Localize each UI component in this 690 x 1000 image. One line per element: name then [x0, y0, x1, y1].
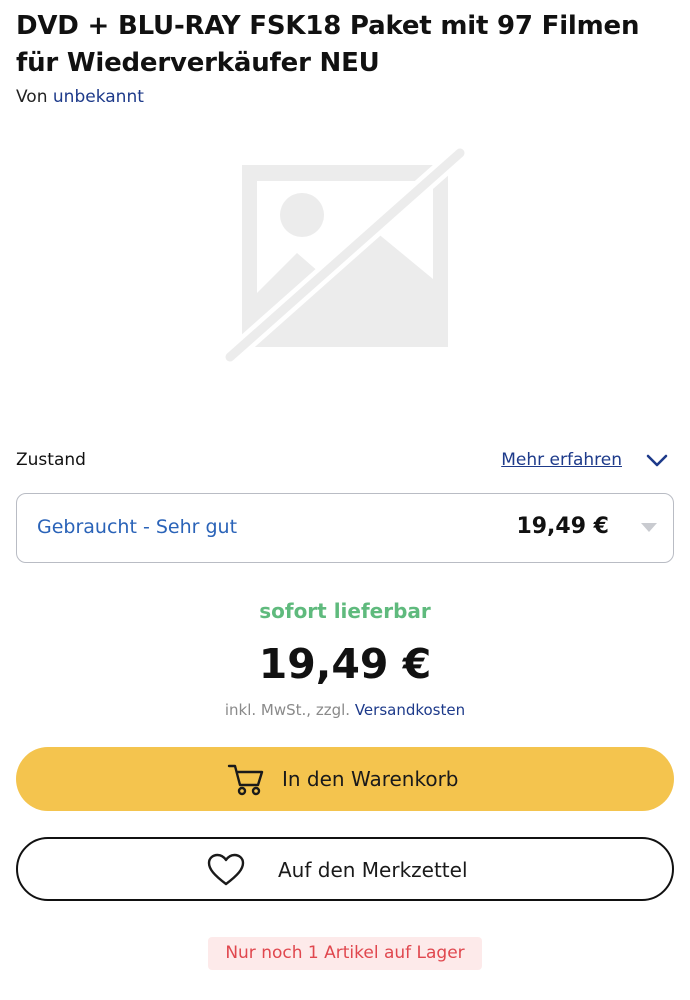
tax-note: inkl. MwSt., zzgl. Versandkosten	[0, 701, 690, 719]
add-to-cart-label: In den Warenkorb	[282, 767, 459, 791]
learn-more-link[interactable]: Mehr erfahren	[501, 450, 622, 470]
condition-select[interactable]: Gebraucht - Sehr gut 19,49 €	[16, 493, 674, 563]
condition-label: Zustand	[16, 450, 86, 470]
product-image	[220, 144, 470, 370]
stock-warning-badge: Nur noch 1 Artikel auf Lager	[208, 937, 482, 970]
add-to-wishlist-label: Auf den Merkzettel	[278, 858, 468, 882]
price: 19,49 €	[258, 640, 432, 688]
dropdown-caret-icon	[641, 523, 657, 532]
shipping-costs-link[interactable]: Versandkosten	[355, 701, 465, 719]
heart-icon	[207, 853, 245, 886]
cart-icon	[227, 764, 264, 796]
condition-price: 19,49 €	[516, 514, 609, 539]
byline-prefix: Von	[16, 87, 48, 107]
chevron-down-icon[interactable]	[644, 449, 670, 471]
product-byline: Von unbekannt	[16, 87, 144, 107]
brand-link[interactable]: unbekannt	[53, 87, 144, 107]
product-title: DVD + BLU-RAY FSK18 Paket mit 97 Filmen …	[16, 11, 640, 78]
add-to-wishlist-button[interactable]: Auf den Merkzettel	[16, 837, 674, 901]
availability-status: sofort lieferbar	[259, 599, 431, 623]
condition-selected-value: Gebraucht - Sehr gut	[37, 516, 238, 538]
add-to-cart-button[interactable]: In den Warenkorb	[16, 747, 674, 811]
tax-text: inkl. MwSt., zzgl.	[224, 701, 351, 719]
image-placeholder-icon	[221, 144, 469, 366]
